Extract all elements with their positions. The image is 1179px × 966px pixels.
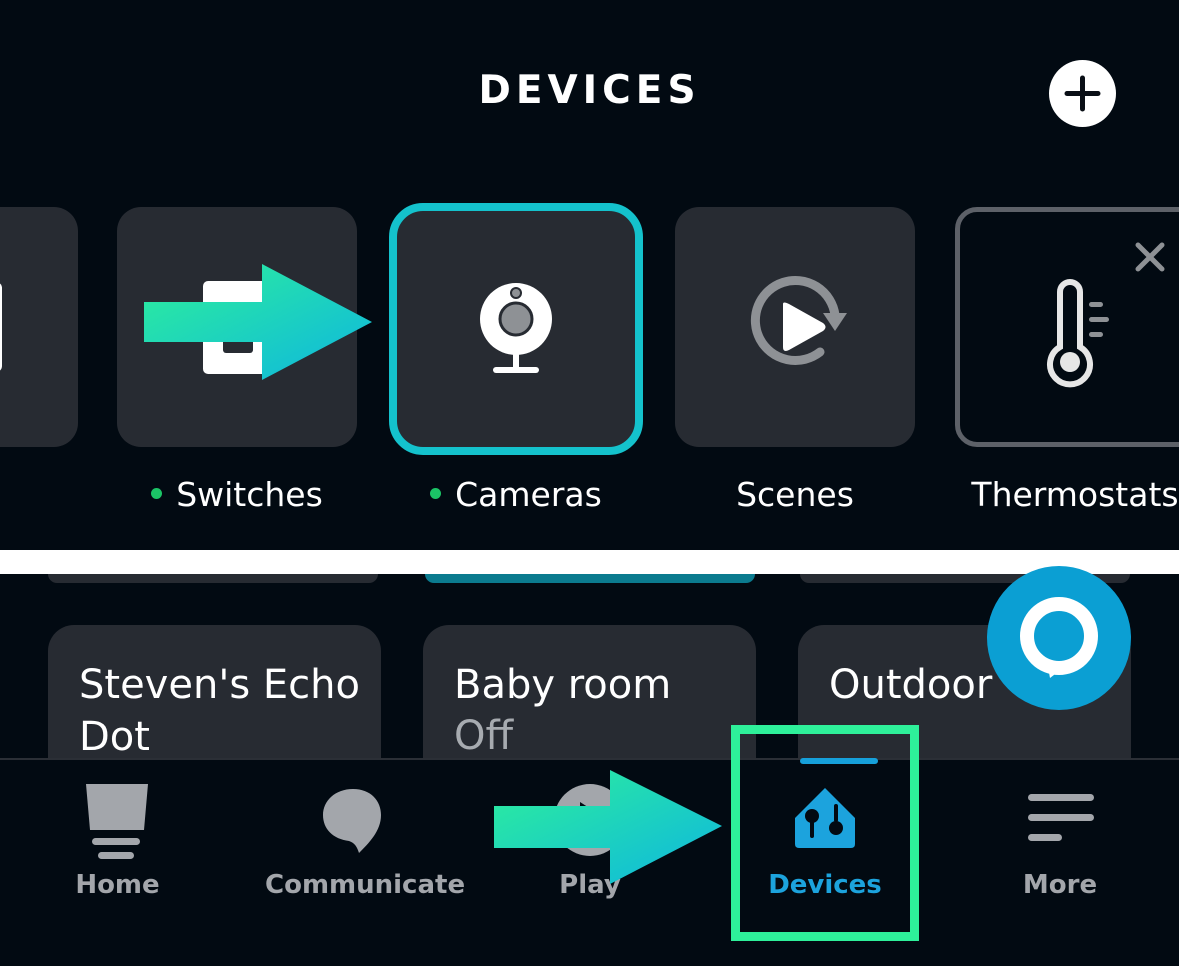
device-name: Steven's Echo Dot — [79, 662, 360, 760]
annotation-highlight-box — [731, 725, 919, 941]
page-title: DEVICES — [478, 68, 701, 113]
menu-lines-icon — [1028, 794, 1094, 841]
plus-icon — [1064, 75, 1101, 112]
card-peek — [48, 574, 378, 583]
add-device-button[interactable] — [1049, 60, 1116, 127]
card-peek-selected — [425, 574, 755, 583]
category-tile-thermostats[interactable] — [955, 207, 1179, 447]
nav-communicate[interactable]: Communicate — [265, 760, 465, 966]
device-name: Outdoor — [829, 662, 993, 708]
speech-bubble-icon — [323, 789, 381, 853]
annotation-arrow-icon — [494, 770, 722, 884]
status-dot — [151, 488, 163, 499]
alexa-button[interactable] — [987, 566, 1131, 710]
close-icon[interactable] — [1130, 237, 1170, 277]
scene-play-refresh-icon — [750, 275, 847, 365]
device-state: Off — [454, 713, 514, 759]
category-thermostats[interactable]: Thermostats — [955, 475, 1179, 514]
status-dot — [430, 488, 442, 499]
category-label-partial: . — [0, 475, 10, 514]
home-echo-icon — [86, 784, 148, 859]
category-tile-cameras[interactable] — [389, 203, 643, 455]
category-scenes[interactable]: Scenes — [675, 475, 915, 514]
alexa-icon — [1020, 597, 1098, 678]
nav-more[interactable]: More — [990, 760, 1130, 966]
partial-tile-icon — [0, 283, 2, 371]
category-switches[interactable]: Switches — [117, 475, 357, 514]
nav-home[interactable]: Home — [30, 760, 205, 966]
category-tile-scenes[interactable] — [675, 207, 915, 447]
device-name: Baby room — [454, 662, 672, 708]
webcam-icon — [480, 283, 552, 373]
category-cameras[interactable]: Cameras — [389, 475, 643, 514]
category-tile-partial[interactable] — [0, 207, 78, 447]
annotation-arrow-icon — [144, 264, 372, 380]
